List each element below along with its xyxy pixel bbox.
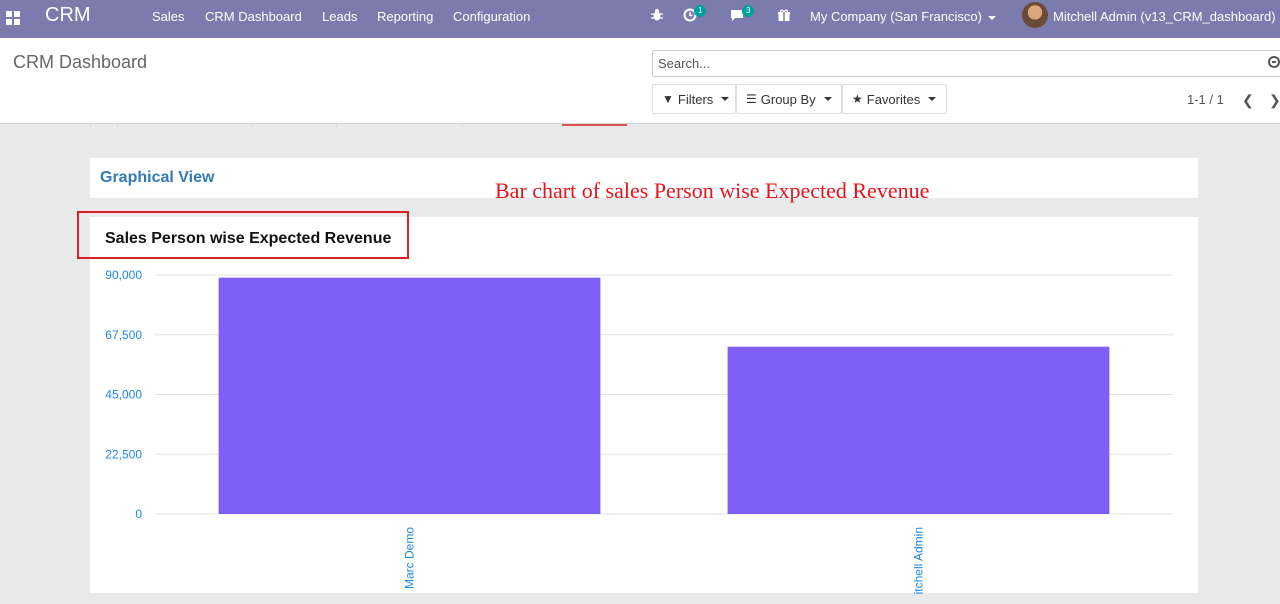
y-tick-label: 22,500 [105,447,142,461]
bar-chart: 0 22,500 45,000 67,500 90,000 Marc Demo itchel… [105,268,1173,594]
bar-marc-demo [218,277,601,514]
y-tick-label: 90,000 [105,268,142,282]
y-tick-label: 67,500 [105,328,142,342]
x-tick-label: itchell Admin [912,527,926,594]
bar-mitchell-admin [727,346,1110,514]
x-tick-label: Marc Demo [403,527,417,589]
y-tick-label: 0 [135,507,142,521]
y-tick-label: 45,000 [105,388,142,402]
